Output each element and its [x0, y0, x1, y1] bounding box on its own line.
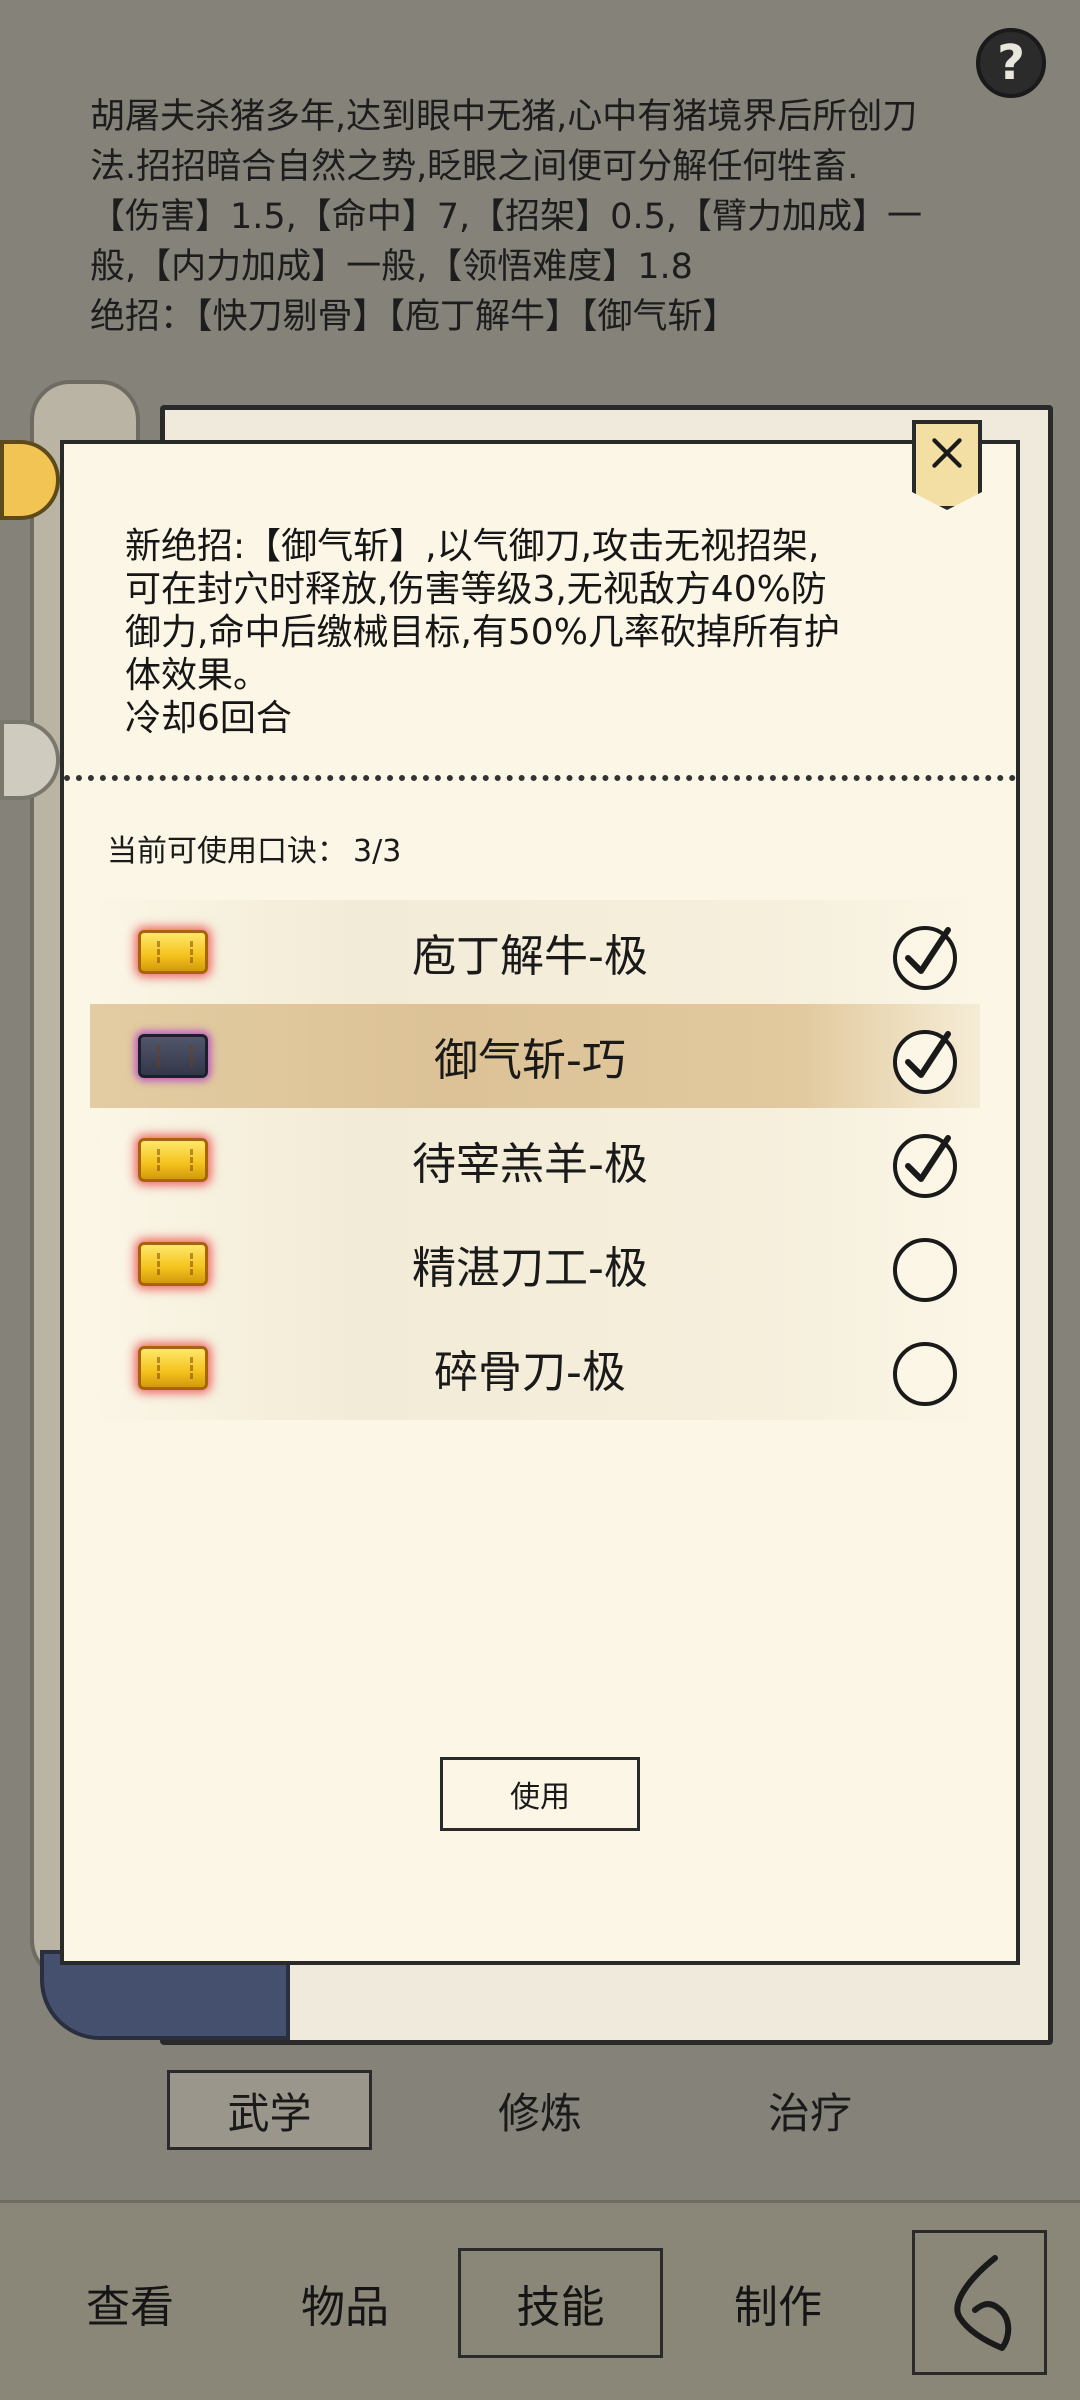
use-button[interactable]: 使用: [440, 1757, 640, 1831]
koujue-count: 当前可使用口诀： 3/3: [107, 826, 407, 870]
skill-description-line: 【伤害】1.5,【命中】7,【招架】0.5,【臂力加成】一: [90, 197, 922, 237]
list-item[interactable]: 碎骨刀-极: [90, 1316, 980, 1420]
ultimate-line: 御力,命中后缴械目标,有50%几率砍掉所有护: [125, 612, 840, 653]
tab-wuxue[interactable]: 武学: [167, 2070, 372, 2150]
book-icon: [138, 1242, 208, 1286]
skill-name: 庖丁解牛-极: [412, 931, 648, 982]
checkbox-checked[interactable]: [890, 920, 960, 990]
check-icon: [893, 1134, 957, 1198]
tab-xiulian[interactable]: 修炼: [440, 2070, 640, 2150]
list-item[interactable]: 御气斩-巧: [90, 1004, 980, 1108]
koujue-value: 3/3: [353, 834, 402, 869]
checkbox-unchecked[interactable]: [890, 1336, 960, 1406]
divider: [64, 775, 1016, 781]
close-icon: [932, 438, 962, 468]
skill-name: 待宰羔羊-极: [412, 1139, 648, 1190]
nav-chakan[interactable]: 查看: [40, 2248, 220, 2358]
nav-wupin[interactable]: 物品: [255, 2248, 435, 2358]
list-item[interactable]: 庖丁解牛-极: [90, 900, 980, 1004]
check-icon: [893, 1030, 957, 1094]
checkbox-checked[interactable]: [890, 1128, 960, 1198]
book-icon: [138, 1034, 208, 1078]
ultimate-line: 体效果。: [125, 655, 270, 696]
nav-zhizuo[interactable]: 制作: [688, 2248, 868, 2358]
skill-description: 胡屠夫杀猪多年,达到眼中无猪,心中有猪境界后所创刀 法.招招暗合自然之势,眨眼之…: [90, 92, 990, 342]
close-button[interactable]: [912, 420, 982, 510]
ultimate-line: 可在封穴时释放,伤害等级3,无视敌方40%防: [125, 569, 827, 610]
bottom-nav: 查看 物品 技能 制作: [0, 2200, 1080, 2400]
skill-name: 御气斩-巧: [434, 1035, 626, 1086]
ultimate-line: 冷却6回合: [125, 698, 292, 739]
ultimate-description: 新绝招:【御气斩】,以气御刀,攻击无视招架, 可在封穴时释放,伤害等级3,无视敌…: [125, 525, 945, 740]
book-icon: [138, 1346, 208, 1390]
koujue-label: 当前可使用口诀：: [107, 834, 347, 869]
skill-description-line: 胡屠夫杀猪多年,达到眼中无猪,心中有猪境界后所创刀: [90, 97, 918, 137]
skill-description-line: 绝招：【快刀剔骨】【庖丁解牛】【御气斩】: [90, 297, 738, 337]
skill-name: 碎骨刀-极: [434, 1347, 626, 1398]
checkbox-checked[interactable]: [890, 1024, 960, 1094]
back-arrow-icon: [953, 2254, 1011, 2351]
book-icon: [138, 930, 208, 974]
koujue-list: 庖丁解牛-极 御气斩-巧 待宰羔羊-极 精湛刀工-极 碎骨刀-极: [90, 900, 980, 1420]
skill-name: 精湛刀工-极: [412, 1243, 648, 1294]
nav-jineng[interactable]: 技能: [458, 2248, 663, 2358]
book-icon: [138, 1138, 208, 1182]
list-item[interactable]: 待宰羔羊-极: [90, 1108, 980, 1212]
checkbox-unchecked[interactable]: [890, 1232, 960, 1302]
help-icon[interactable]: ?: [976, 28, 1046, 98]
empty-circle-icon: [893, 1238, 957, 1302]
ultimate-line: 新绝招:【御气斩】,以气御刀,攻击无视招架,: [125, 526, 820, 567]
skill-description-line: 般,【内力加成】一般,【领悟难度】1.8: [90, 247, 693, 287]
check-icon: [893, 926, 957, 990]
back-button[interactable]: [912, 2230, 1047, 2375]
skill-description-line: 法.招招暗合自然之势,眨眼之间便可分解任何牲畜.: [90, 147, 859, 187]
tab-zhiliao[interactable]: 治疗: [710, 2070, 910, 2150]
empty-circle-icon: [893, 1342, 957, 1406]
list-item[interactable]: 精湛刀工-极: [90, 1212, 980, 1316]
